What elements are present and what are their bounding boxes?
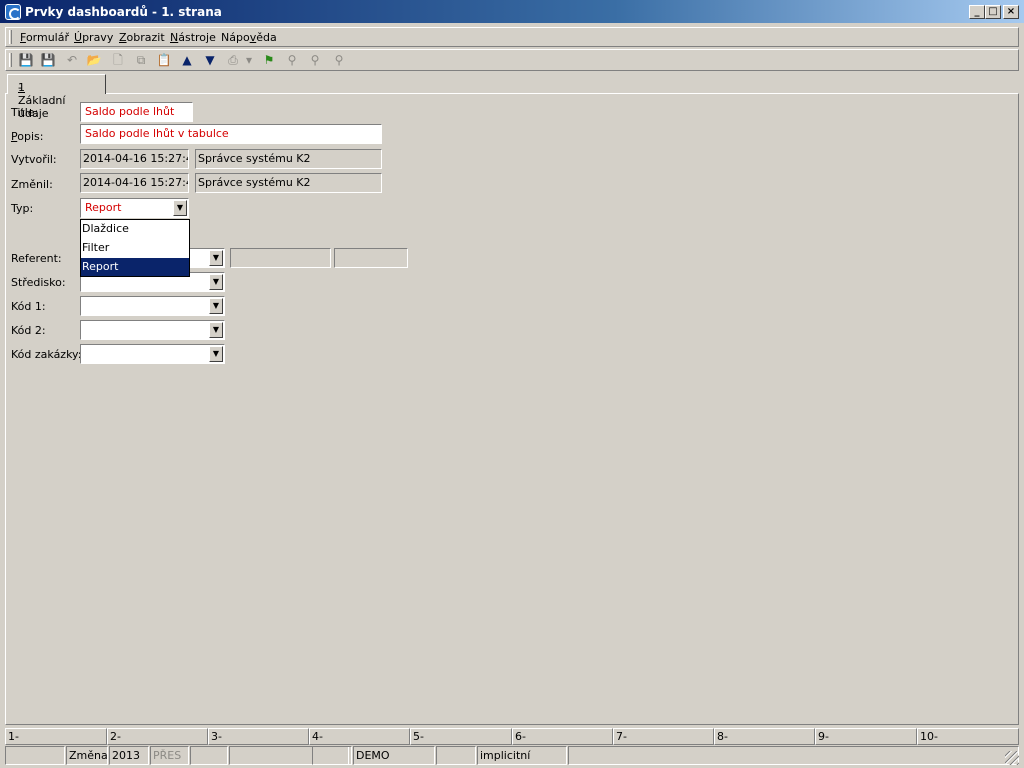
chevron-down-icon[interactable]: ▼: [209, 250, 223, 266]
status-cell-11: [568, 746, 1019, 765]
arrow-down-icon[interactable]: ▼: [202, 53, 218, 68]
new-icon[interactable]: 🗋: [110, 53, 126, 68]
copy-icon[interactable]: ⧉: [133, 53, 149, 68]
tab-zakladni-udaje[interactable]: 1 - Základní údaje: [7, 74, 106, 120]
typ-dropdown-list: Dlaždice Filter Report: [80, 219, 190, 277]
vytvoril-date-field: 2014-04-16 15:27:40: [80, 149, 189, 169]
status-database: DEMO: [353, 746, 435, 765]
typ-option-filter[interactable]: Filter: [81, 239, 189, 257]
kod1-select[interactable]: ▼: [80, 296, 225, 316]
referent-extra-field: [334, 248, 408, 268]
bottom-tab-10[interactable]: 10-: [917, 728, 1019, 745]
menu-napoveda[interactable]: Nápověda: [221, 31, 277, 44]
status-mode: Změna: [66, 746, 108, 765]
menu-formular[interactable]: Formulář: [20, 31, 69, 44]
kod-zakazky-label: Kód zakázky:: [11, 348, 82, 361]
save-close-icon[interactable]: 💾: [40, 53, 56, 68]
menu-upravy[interactable]: Úpravy: [74, 31, 113, 44]
popis-label: Popis:: [11, 130, 44, 143]
typ-option-dlazdice[interactable]: Dlaždice: [81, 220, 189, 238]
status-overwrite: PŘES: [150, 746, 189, 765]
minimize-button[interactable]: _: [969, 5, 985, 19]
menu-zobrazit[interactable]: Zobrazit: [119, 31, 165, 44]
close-button[interactable]: ×: [1003, 5, 1019, 19]
title-bar: Prvky dashboardů - 1. strana _ □ ×: [0, 0, 1024, 24]
paste-icon[interactable]: 📋: [156, 53, 172, 68]
status-cell-5: [190, 746, 228, 765]
status-profile: implicitní: [477, 746, 567, 765]
bottom-tab-1[interactable]: 1-: [5, 728, 107, 745]
bottom-tab-7[interactable]: 7-: [613, 728, 714, 745]
bottom-tab-3[interactable]: 3-: [208, 728, 309, 745]
typ-value: Report: [85, 201, 122, 214]
typ-option-report[interactable]: Report: [81, 258, 189, 276]
referent-name-field: [230, 248, 331, 268]
bottom-tab-6[interactable]: 6-: [512, 728, 613, 745]
bottom-tab-9[interactable]: 9-: [815, 728, 917, 745]
bottom-tab-bar: 1- 2- 3- 4- 5- 6- 7- 8- 9- 10-: [5, 728, 1019, 745]
zmenil-user-field: Správce systému K2: [195, 173, 382, 193]
print-icon[interactable]: ⎙: [225, 53, 241, 68]
save-icon[interactable]: 💾: [18, 53, 34, 68]
toolbar: 💾 💾 ↶ 📂 🗋 ⧉ 📋 ▲ ▼ ⎙ ▾ ⚑ ⚲ ⚲ ⚲: [5, 49, 1019, 71]
toolbar-grip[interactable]: [9, 53, 12, 67]
status-year: 2013: [109, 746, 149, 765]
vytvoril-label: Vytvořil:: [11, 153, 57, 166]
kod-zakazky-select[interactable]: ▼: [80, 344, 225, 364]
maximize-button[interactable]: □: [985, 5, 1001, 19]
find-next-icon[interactable]: ⚲: [307, 53, 323, 68]
chevron-down-icon[interactable]: ▼: [209, 322, 223, 338]
kod2-label: Kód 2:: [11, 324, 46, 337]
find-icon[interactable]: ⚲: [284, 53, 300, 68]
bottom-tab-4[interactable]: 4-: [309, 728, 410, 745]
undo-icon[interactable]: ↶: [64, 53, 80, 68]
status-cell-1: [5, 746, 65, 765]
menu-nastroje[interactable]: Nástroje: [170, 31, 216, 44]
chevron-down-icon[interactable]: ▼: [209, 298, 223, 314]
kod2-select[interactable]: ▼: [80, 320, 225, 340]
popis-field[interactable]: Saldo podle lhůt v tabulce: [80, 124, 382, 144]
bottom-tab-2[interactable]: 2-: [107, 728, 208, 745]
status-cell-7: [312, 746, 352, 765]
bottom-tab-8[interactable]: 8-: [714, 728, 815, 745]
resize-grip-icon[interactable]: [1005, 751, 1019, 765]
window-title: Prvky dashboardů - 1. strana: [25, 5, 222, 19]
typ-select[interactable]: Report ▼: [80, 198, 189, 218]
vytvoril-user-field: Správce systému K2: [195, 149, 382, 169]
zmenil-date-field: 2014-04-16 15:27:40: [80, 173, 189, 193]
bottom-tab-5[interactable]: 5-: [410, 728, 512, 745]
status-bar: Změna 2013 PŘES DEMO implicitní: [5, 746, 1019, 765]
stredisko-label: Středisko:: [11, 276, 66, 289]
chevron-down-icon[interactable]: ▼: [173, 200, 187, 216]
referent-label: Referent:: [11, 252, 62, 265]
chevron-down-icon[interactable]: ▼: [209, 346, 223, 362]
kod1-label: Kód 1:: [11, 300, 46, 313]
menu-grip[interactable]: [9, 30, 12, 44]
dropdown-arrow-icon[interactable]: ▾: [244, 53, 254, 68]
find-replace-icon[interactable]: ⚲: [331, 53, 347, 68]
filter-icon[interactable]: ⚑: [261, 53, 277, 68]
chevron-down-icon[interactable]: ▼: [209, 274, 223, 290]
arrow-up-icon[interactable]: ▲: [179, 53, 195, 68]
typ-label: Typ:: [11, 202, 34, 215]
zmenil-label: Změnil:: [11, 178, 53, 191]
status-cell-9: [436, 746, 476, 765]
menu-bar: Formulář Úpravy Zobrazit Nástroje Nápově…: [5, 27, 1019, 47]
title-field[interactable]: Saldo podle lhůt: [80, 102, 193, 122]
app-icon[interactable]: [5, 4, 21, 20]
open-icon[interactable]: 📂: [86, 53, 102, 68]
